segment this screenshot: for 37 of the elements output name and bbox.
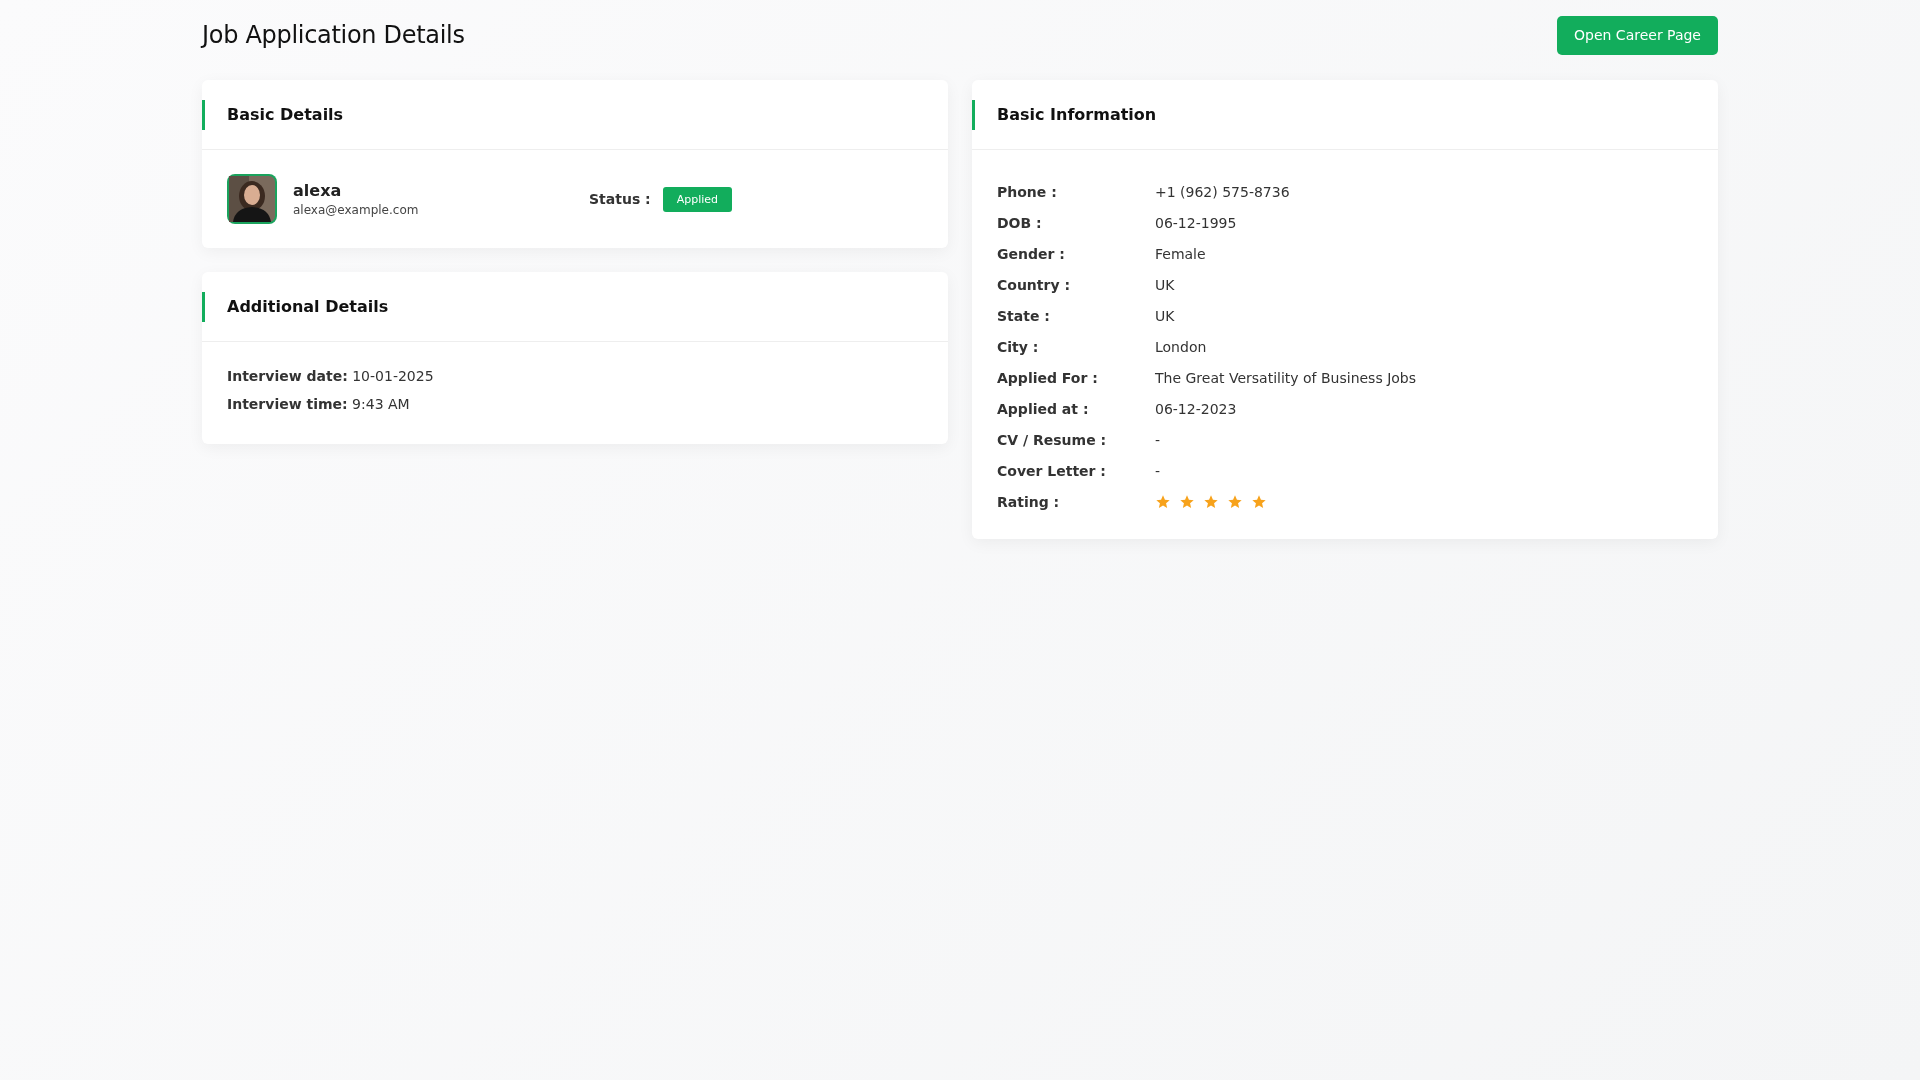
field-value: The Great Versatility of Business Jobs	[1155, 369, 1417, 386]
status-badge: Applied	[662, 186, 733, 212]
field-value: Female	[1155, 245, 1206, 262]
status-label: Status :	[589, 191, 651, 207]
field-label: Phone :	[997, 183, 1058, 200]
detail-text: Interview date: 10-01-2025	[227, 368, 435, 384]
field-value: UK	[1155, 307, 1175, 324]
field-label: State :	[997, 307, 1051, 324]
open-career-page-button[interactable]: Open Career Page	[1557, 15, 1718, 55]
star-icon	[1251, 493, 1267, 510]
star-icon	[1227, 493, 1243, 510]
card-title: Basic Details	[227, 105, 344, 124]
field-label: Country :	[997, 276, 1072, 293]
field-label: Rating :	[997, 493, 1061, 510]
field-label: Gender :	[997, 245, 1066, 262]
field-value: -	[1155, 431, 1161, 448]
star-icon	[1179, 493, 1195, 510]
field-label: Cover Letter :	[997, 462, 1107, 479]
card-title: Basic Information	[997, 105, 1157, 124]
field-value: +1 (962) 575-8736	[1155, 183, 1290, 200]
field-label: DOB :	[997, 214, 1043, 231]
field-value: London	[1155, 338, 1207, 355]
star-icon	[1155, 493, 1171, 510]
card-title: Additional Details	[227, 297, 389, 316]
field-value: -	[1155, 462, 1161, 479]
field-value: 06-12-1995	[1155, 214, 1237, 231]
detail-text: Interview time: 9:43 AM	[227, 396, 411, 412]
field-value: UK	[1155, 276, 1175, 293]
page-title: Job Application Details	[202, 21, 465, 49]
field-label: Applied For :	[997, 369, 1099, 386]
field-label: CV / Resume :	[997, 431, 1108, 448]
applicant-name: alexa	[293, 181, 343, 200]
applicant-email: alexa@example.com	[293, 203, 419, 217]
star-icon	[1203, 493, 1219, 510]
field-label: Applied at :	[997, 400, 1090, 417]
field-value: 06-12-2023	[1155, 400, 1237, 417]
field-label: City :	[997, 338, 1040, 355]
